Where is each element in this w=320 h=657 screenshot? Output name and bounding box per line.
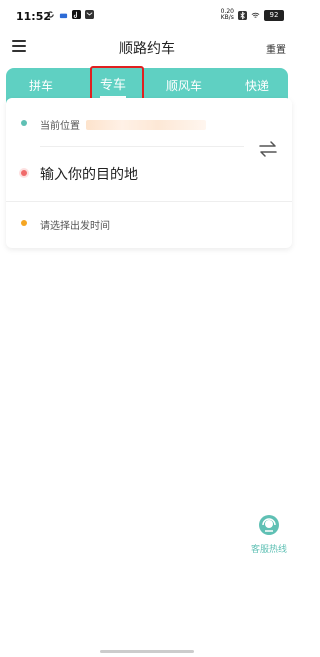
sync-icon xyxy=(47,11,54,18)
destination-dot xyxy=(21,170,27,176)
customer-service-button[interactable]: 客服热线 xyxy=(246,514,292,555)
battery-indicator: 92 xyxy=(264,9,284,21)
bluetooth-icon xyxy=(238,10,247,20)
net-speed-unit: KB/s xyxy=(220,14,234,21)
cloud-icon xyxy=(59,13,68,19)
status-system-icons: 0.20 KB/s 92 xyxy=(221,9,284,21)
swap-icon[interactable] xyxy=(258,140,278,158)
page-title: 顺路约车 xyxy=(119,41,175,57)
customer-service-label: 客服热线 xyxy=(250,545,287,555)
current-location-address[interactable] xyxy=(86,120,206,130)
tab-label: 快递 xyxy=(244,79,269,93)
home-indicator[interactable] xyxy=(100,650,194,653)
wifi-icon xyxy=(251,12,260,18)
tab-label: 顺风车 xyxy=(165,79,202,93)
time-dot xyxy=(21,220,27,226)
mail-icon xyxy=(85,10,94,19)
tab-label: 拼车 xyxy=(28,79,53,93)
origin-dot xyxy=(21,120,27,126)
status-bar: 11:52 0.20 KB/s 92 xyxy=(0,0,294,30)
divider xyxy=(40,146,244,147)
departure-time-field[interactable]: 请选择出发时间 xyxy=(40,217,110,232)
destination-input[interactable]: 输入你的目的地 xyxy=(40,164,138,184)
reset-button[interactable]: 重置 xyxy=(266,41,286,56)
current-location-label[interactable]: 当前位置 xyxy=(40,117,80,132)
headset-icon xyxy=(259,515,279,535)
divider xyxy=(6,201,292,202)
route-card: 当前位置 输入你的目的地 请选择出发时间 xyxy=(6,98,292,248)
nav-bar: 顺路约车 重置 xyxy=(0,30,294,66)
status-notification-icons xyxy=(46,10,94,19)
tiktok-icon xyxy=(72,10,81,19)
tab-highlight-box xyxy=(90,66,144,102)
network-speed: 0.20 KB/s xyxy=(221,9,234,21)
